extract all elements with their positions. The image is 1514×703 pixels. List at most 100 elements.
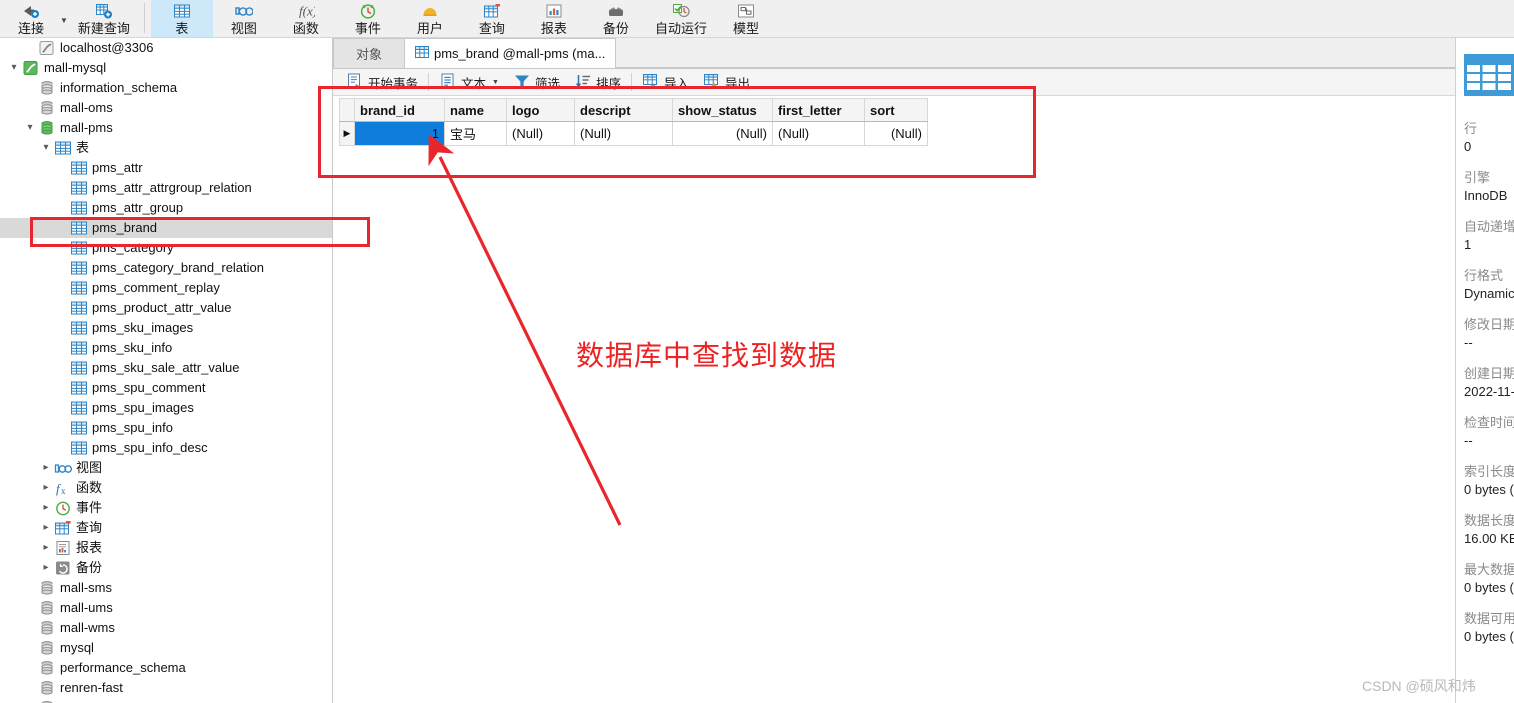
tree-item-localhost@3306[interactable]: localhost@3306 xyxy=(0,38,332,58)
tree-expander[interactable]: ▸ xyxy=(38,538,54,558)
tree-expander[interactable] xyxy=(22,698,38,703)
tree-expander[interactable] xyxy=(54,338,70,358)
tree-expander[interactable]: ▾ xyxy=(38,138,54,158)
tree-expander[interactable]: ▸ xyxy=(38,458,54,478)
chevron-down-icon[interactable]: ▾ xyxy=(11,63,16,73)
tree-item-mall-pms[interactable]: ▾ mall-pms xyxy=(0,118,332,138)
tree-expander[interactable] xyxy=(22,598,38,618)
chevron-right-icon[interactable]: ▸ xyxy=(43,563,48,573)
cell-brand_id[interactable]: 1 xyxy=(354,121,445,146)
grid-toolbar-文本[interactable]: 文本 ▼ xyxy=(432,70,506,94)
tree-expander[interactable]: ▸ xyxy=(38,498,54,518)
tree-item-pms_brand[interactable]: pms_brand xyxy=(0,218,332,238)
tree-item-pms_spu_images[interactable]: pms_spu_images xyxy=(0,398,332,418)
grid-toolbar-筛选[interactable]: 筛选 xyxy=(506,70,567,94)
tree-expander[interactable] xyxy=(54,318,70,338)
tree-expander[interactable] xyxy=(22,618,38,638)
ribbon-item-11[interactable]: 模型 xyxy=(715,0,777,37)
tree-item-视图[interactable]: ▸ 视图 xyxy=(0,458,332,478)
tree-expander[interactable] xyxy=(54,158,70,178)
tree-expander[interactable] xyxy=(22,678,38,698)
cell-logo[interactable]: (Null) xyxy=(506,121,575,146)
data-grid[interactable]: brand_id name logo descript show_status first… xyxy=(339,98,928,146)
tree-expander[interactable] xyxy=(22,38,38,58)
tree-item-pms_attr[interactable]: pms_attr xyxy=(0,158,332,178)
tree-item-pms_spu_info[interactable]: pms_spu_info xyxy=(0,418,332,438)
tree-item-函数[interactable]: ▸ f x 函数 xyxy=(0,478,332,498)
tree-expander[interactable]: ▾ xyxy=(6,58,22,78)
column-header-logo[interactable]: logo xyxy=(506,98,575,122)
column-header-name[interactable]: name xyxy=(444,98,507,122)
tree-expander[interactable] xyxy=(54,258,70,278)
ribbon-item-3[interactable]: 视图 xyxy=(213,0,275,37)
tree-item-pms_product_attr_value[interactable]: pms_product_attr_value xyxy=(0,298,332,318)
column-header-descript[interactable]: descript xyxy=(574,98,673,122)
grid-toolbar-导出[interactable]: 导出 xyxy=(696,70,757,94)
tree-item-报表[interactable]: ▸ 报表 xyxy=(0,538,332,558)
tree-expander[interactable] xyxy=(54,178,70,198)
tree-item-pms_attr_group[interactable]: pms_attr_group xyxy=(0,198,332,218)
chevron-down-icon[interactable]: ▾ xyxy=(27,123,32,133)
tree-item-备份[interactable]: ▸ 备份 xyxy=(0,558,332,578)
ribbon-item-4[interactable]: f(x) 函数 xyxy=(275,0,337,37)
tree-item-pms_comment_replay[interactable]: pms_comment_replay xyxy=(0,278,332,298)
tree-item-pms_sku_sale_attr_value[interactable]: pms_sku_sale_attr_value xyxy=(0,358,332,378)
tree-expander[interactable] xyxy=(22,98,38,118)
tree-expander[interactable] xyxy=(54,218,70,238)
cell-first_letter[interactable]: (Null) xyxy=(772,121,865,146)
tree-item-pms_spu_info_desc[interactable]: pms_spu_info_desc xyxy=(0,438,332,458)
tree-item-mall-mysql[interactable]: ▾ mall-mysql xyxy=(0,58,332,78)
tree-expander[interactable] xyxy=(54,238,70,258)
ribbon-item-2[interactable]: 表 xyxy=(150,0,213,37)
grid-toolbar-开始事务[interactable]: 开始事务 xyxy=(339,70,425,94)
tree-item-pms_spu_comment[interactable]: pms_spu_comment xyxy=(0,378,332,398)
ribbon-item-7[interactable]: 查询 xyxy=(461,0,523,37)
tree-item-表[interactable]: ▾ 表 xyxy=(0,138,332,158)
tree-expander[interactable] xyxy=(54,398,70,418)
chevron-right-icon[interactable]: ▸ xyxy=(43,523,48,533)
cell-name[interactable]: 宝马 xyxy=(444,121,507,146)
tree-item-blank[interactable] xyxy=(0,698,332,703)
tree-item-renren-fast[interactable]: renren-fast xyxy=(0,678,332,698)
cell-descript[interactable]: (Null) xyxy=(574,121,673,146)
ribbon-item-6[interactable]: 用户 xyxy=(399,0,461,37)
tree-item-pms_attr_attrgroup_relation[interactable]: pms_attr_attrgroup_relation xyxy=(0,178,332,198)
tree-expander[interactable]: ▸ xyxy=(38,478,54,498)
tree-item-查询[interactable]: ▸ 查询 xyxy=(0,518,332,538)
table-row[interactable]: ▶ 1 宝马 (Null) (Null) (Null) (Null) (Null) xyxy=(339,121,928,146)
ribbon-item-8[interactable]: 报表 xyxy=(523,0,585,37)
ribbon-item-1[interactable]: 新建查询 xyxy=(70,0,138,37)
column-header-brand_id[interactable]: brand_id xyxy=(354,98,445,122)
tree-item-information_schema[interactable]: information_schema xyxy=(0,78,332,98)
column-header-sort[interactable]: sort xyxy=(864,98,928,122)
chevron-right-icon[interactable]: ▸ xyxy=(43,463,48,473)
cell-sort[interactable]: (Null) xyxy=(864,121,928,146)
tree-item-mall-oms[interactable]: mall-oms xyxy=(0,98,332,118)
tree-expander[interactable] xyxy=(22,78,38,98)
tree-expander[interactable]: ▸ xyxy=(38,558,54,578)
column-header-first_letter[interactable]: first_letter xyxy=(772,98,865,122)
tree-expander[interactable] xyxy=(54,358,70,378)
ribbon-item-9[interactable]: 备份 xyxy=(585,0,647,37)
tree-expander[interactable] xyxy=(54,198,70,218)
tab-pms-brand[interactable]: pms_brand @mall-pms (ma... xyxy=(404,38,617,68)
chevron-right-icon[interactable]: ▸ xyxy=(43,483,48,493)
tree-item-pms_category[interactable]: pms_category xyxy=(0,238,332,258)
tree-expander[interactable] xyxy=(54,278,70,298)
tree-item-pms_category_brand_relation[interactable]: pms_category_brand_relation xyxy=(0,258,332,278)
tree-item-mall-wms[interactable]: mall-wms xyxy=(0,618,332,638)
ribbon-item-0[interactable]: 连接 xyxy=(0,0,62,37)
tree-item-事件[interactable]: ▸ 事件 xyxy=(0,498,332,518)
chevron-right-icon[interactable]: ▸ xyxy=(43,503,48,513)
chevron-down-icon[interactable]: ▼ xyxy=(492,79,499,86)
tree-expander[interactable] xyxy=(22,638,38,658)
tree-expander[interactable]: ▾ xyxy=(22,118,38,138)
tree-item-performance_schema[interactable]: performance_schema xyxy=(0,658,332,678)
tree-expander[interactable] xyxy=(54,418,70,438)
tree-expander[interactable]: ▸ xyxy=(38,518,54,538)
tree-expander[interactable] xyxy=(54,378,70,398)
ribbon-item-10[interactable]: 自动运行 xyxy=(647,0,715,37)
tree-item-mysql[interactable]: mysql xyxy=(0,638,332,658)
tree-expander[interactable] xyxy=(54,438,70,458)
chevron-down-icon[interactable]: ▾ xyxy=(43,143,48,153)
